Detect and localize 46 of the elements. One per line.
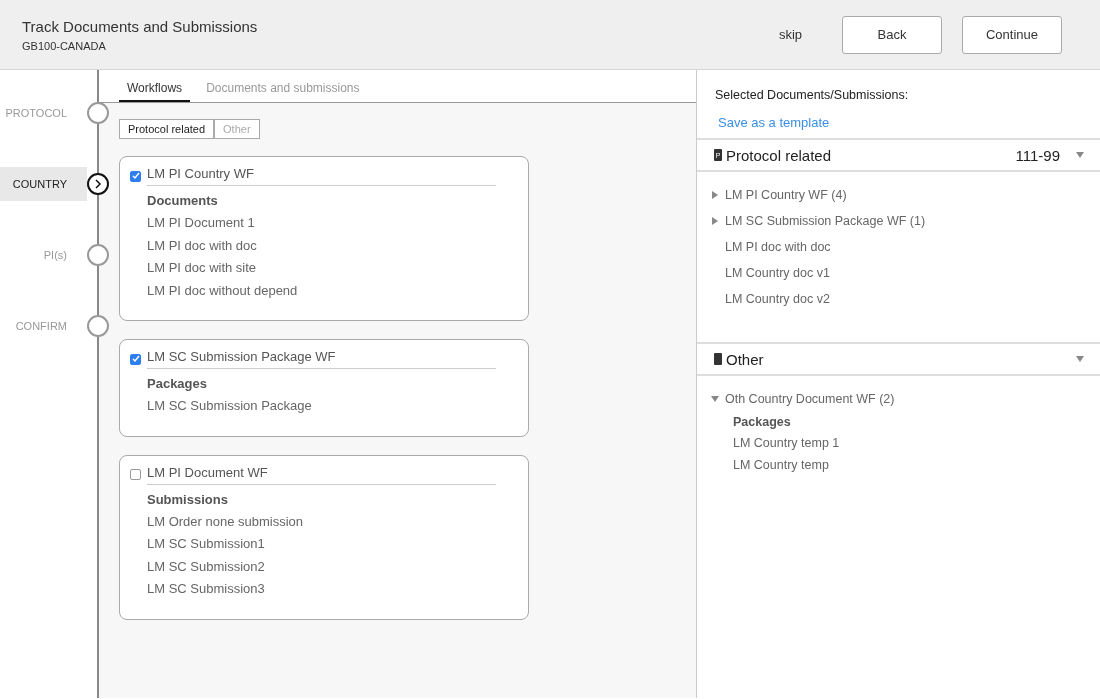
document-item: LM PI doc with doc xyxy=(147,236,258,255)
workflow-title: LM PI Document WF xyxy=(147,464,496,485)
document-item: LM PI doc without depend xyxy=(147,281,299,300)
page-subtitle: GB100-CANADA xyxy=(22,39,107,52)
filter-toggle[interactable]: Protocol related xyxy=(119,119,215,139)
tab[interactable]: Workflows xyxy=(119,81,191,102)
document-item: LM Order none submission xyxy=(147,512,305,531)
document-item: LM Country temp 1 xyxy=(733,435,841,452)
caret-down-icon[interactable] xyxy=(1076,355,1084,363)
caret-down-icon[interactable] xyxy=(711,395,719,403)
section-title: Other xyxy=(726,350,765,368)
skip-link[interactable]: skip xyxy=(778,27,802,42)
page-title: Track Documents and Submissions xyxy=(22,17,259,35)
document-item: LM SC Submission Package xyxy=(147,397,313,415)
checkbox[interactable] xyxy=(130,170,141,182)
document-item: LM Country doc v2 xyxy=(725,292,830,306)
document-item: LM PI doc with doc xyxy=(725,240,831,254)
document-icon xyxy=(714,353,722,365)
document-item: LM SC Submission2 xyxy=(147,557,266,576)
section-heading: Submissions xyxy=(147,491,229,507)
panel-title: Selected Documents/Submissions: xyxy=(714,87,910,102)
document-item: LM Country temp xyxy=(733,457,830,474)
back-button[interactable]: Back xyxy=(842,15,942,54)
section-title: Protocol related xyxy=(726,146,833,164)
document-item: LM Country doc v1 xyxy=(725,266,830,280)
document-item: LM PI Document 1 xyxy=(147,214,256,232)
document-item: LM SC Submission1 xyxy=(147,535,266,553)
section-heading: Packages xyxy=(733,414,792,431)
save-template-link[interactable]: Save as a template xyxy=(718,115,830,130)
section-heading: Documents xyxy=(147,193,219,208)
section-code: 111-99 xyxy=(1015,146,1060,164)
checkbox[interactable] xyxy=(130,469,141,480)
workflow-group[interactable]: LM SC Submission Package WF (1) xyxy=(725,214,926,228)
workflow-group[interactable]: LM PI Country WF (4) xyxy=(725,188,847,202)
document-item: LM SC Submission3 xyxy=(147,580,266,598)
caret-right-icon[interactable] xyxy=(711,217,719,225)
caret-down-icon[interactable] xyxy=(1076,151,1084,159)
workflow-title: LM SC Submission Package WF xyxy=(147,349,496,369)
caret-right-icon[interactable] xyxy=(711,191,719,199)
step-label[interactable]: COUNTRY xyxy=(0,167,87,201)
continue-button[interactable]: Continue xyxy=(962,15,1062,54)
document-item: LM PI doc with site xyxy=(147,259,258,277)
workflow-group[interactable]: Oth Country Document WF (2) xyxy=(725,392,895,406)
workflow-title: LM PI Country WF xyxy=(147,166,496,186)
section-heading: Packages xyxy=(147,376,208,391)
checkbox[interactable] xyxy=(130,353,141,365)
